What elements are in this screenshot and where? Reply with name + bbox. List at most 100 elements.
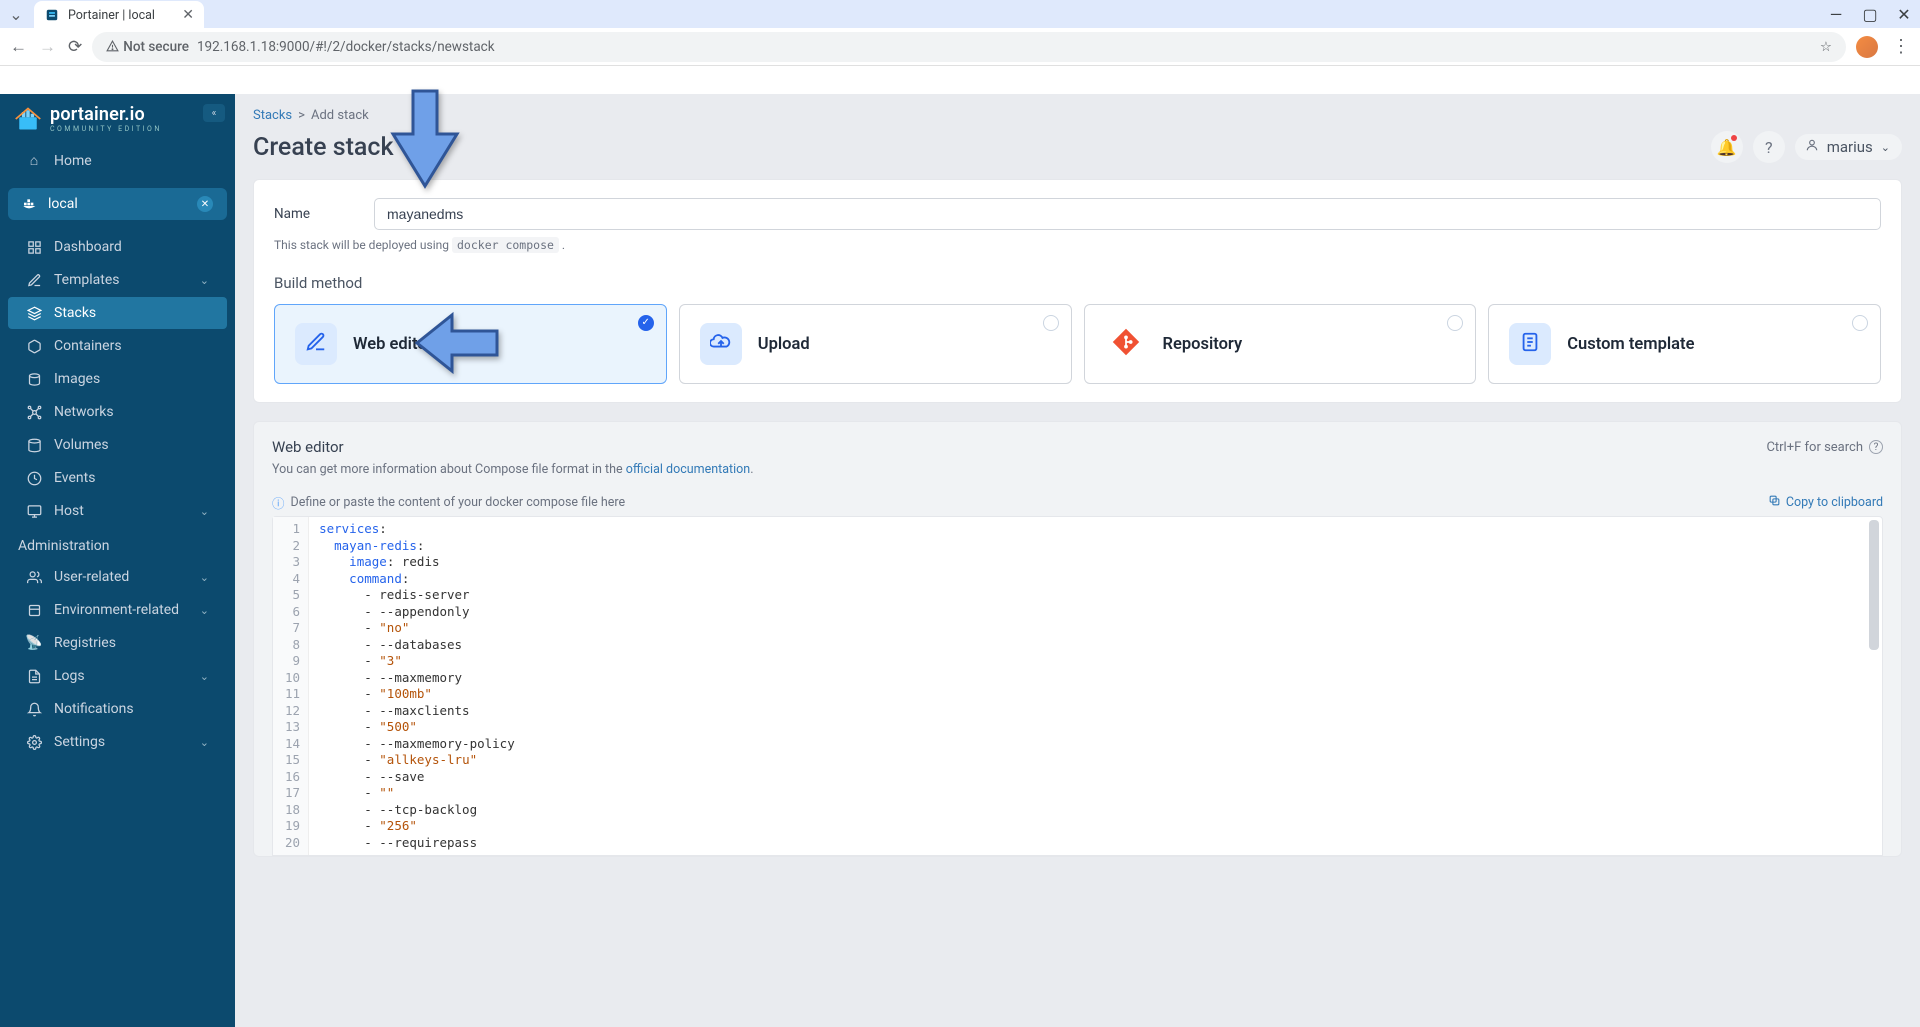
brand-subtitle: COMMUNITY EDITION (50, 125, 162, 133)
stack-name-input[interactable] (374, 198, 1881, 230)
method-indicator (1447, 315, 1463, 331)
notifications-bell-button[interactable]: 🔔 (1711, 131, 1743, 163)
chevron-down-icon: ⌄ (200, 736, 209, 749)
nav-forward-icon[interactable]: → (39, 37, 56, 57)
sidebar-admin-user-related[interactable]: User-related ⌄ (8, 561, 227, 593)
method-upload[interactable]: Upload (679, 304, 1072, 384)
method-custom-template[interactable]: Custom template (1488, 304, 1881, 384)
compose-code-editor[interactable]: 1234567891011121314151617181920 services… (272, 516, 1883, 856)
chevron-down-icon: ⌄ (200, 274, 209, 287)
sidebar-item-label: User-related (54, 569, 129, 585)
notifications-icon (26, 702, 42, 717)
sidebar-admin-environment-related[interactable]: Environment-related⌄ (8, 594, 227, 626)
containers-icon (26, 339, 42, 354)
sidebar-item-label: Environment-related (54, 602, 179, 618)
sidebar-collapse-button[interactable]: « (203, 104, 225, 122)
images-icon (26, 372, 42, 387)
sidebar-item-label: Logs (54, 668, 85, 684)
method-label: Repository (1163, 335, 1243, 354)
browser-tab[interactable]: Portainer | local ✕ (34, 1, 204, 29)
chevron-down-icon: ⌄ (200, 571, 209, 584)
sidebar-item-dashboard[interactable]: Dashboard (8, 231, 227, 263)
sidebar-item-label: Registries (54, 635, 116, 651)
sidebar-item-templates[interactable]: Templates⌄ (8, 264, 227, 296)
method-web-editor[interactable]: Web editor (274, 304, 667, 384)
bookmark-star-icon[interactable]: ☆ (1820, 39, 1832, 55)
sidebar-item-label: Dashboard (54, 239, 122, 255)
docker-icon (22, 196, 38, 212)
networks-icon (26, 405, 42, 420)
profile-avatar[interactable] (1856, 36, 1878, 58)
templates-icon (26, 273, 42, 288)
sidebar-item-label: Home (54, 153, 92, 169)
sidebar-admin-notifications[interactable]: Notifications (8, 693, 227, 725)
sidebar-item-events[interactable]: Events (8, 462, 227, 494)
reload-icon[interactable]: ⟳ (403, 137, 418, 158)
sidebar-item-host[interactable]: Host⌄ (8, 495, 227, 527)
user-menu[interactable]: marius ⌄ (1795, 134, 1902, 160)
upload-icon (710, 331, 732, 358)
info-icon: ⓘ (272, 493, 285, 512)
breadcrumb-stacks-link[interactable]: Stacks (253, 108, 292, 123)
docs-link[interactable]: official documentation (626, 462, 750, 477)
env-close-icon[interactable]: ✕ (197, 196, 213, 212)
method-label: Web editor (353, 335, 433, 354)
sidebar-item-home[interactable]: ⌂ Home (8, 144, 227, 177)
window-maximize-icon[interactable]: ▢ (1860, 5, 1880, 24)
name-label: Name (274, 206, 344, 222)
sidebar-section-administration: Administration (0, 528, 235, 560)
sidebar-admin-settings[interactable]: Settings ⌄ (8, 726, 227, 758)
sidebar-item-label: Stacks (54, 305, 96, 321)
help-circle-icon: ? (1869, 440, 1883, 454)
edit-icon (305, 331, 327, 358)
editor-code[interactable]: services: mayan-redis: image: redis comm… (309, 517, 525, 855)
editor-scrollbar[interactable] (1869, 520, 1879, 650)
portainer-logo[interactable]: portainer.io COMMUNITY EDITION (14, 104, 162, 133)
nav-back-icon[interactable]: ← (10, 37, 27, 57)
help-button[interactable]: ? (1753, 131, 1785, 163)
address-bar[interactable]: Not secure 192.168.1.18:9000/#!/2/docker… (92, 32, 1846, 62)
tab-close-icon[interactable]: ✕ (182, 7, 194, 23)
copy-to-clipboard-button[interactable]: Copy to clipboard (1768, 493, 1883, 512)
sidebar-admin-logs[interactable]: Logs ⌄ (8, 660, 227, 692)
window-minimize-icon[interactable]: — (1826, 5, 1846, 24)
method-label: Upload (758, 335, 810, 354)
sidebar-item-images[interactable]: Images (8, 363, 227, 395)
editor-gutter: 1234567891011121314151617181920 (273, 517, 309, 855)
user-icon (1805, 138, 1819, 156)
sidebar-item-stacks[interactable]: Stacks (8, 297, 227, 329)
tab-list-dropdown-icon[interactable]: ⌄ (6, 4, 26, 24)
window-close-icon[interactable]: ✕ (1894, 5, 1914, 24)
git-icon (1112, 328, 1140, 361)
sidebar: portainer.io COMMUNITY EDITION « ⌂ Home … (0, 94, 235, 1027)
env-icon (26, 603, 42, 618)
users-icon (26, 570, 42, 585)
stacks-icon (26, 306, 42, 321)
method-indicator (1852, 315, 1868, 331)
sidebar-item-containers[interactable]: Containers (8, 330, 227, 362)
not-secure-label: Not secure (123, 39, 189, 55)
editor-info-text: You can get more information about Compo… (272, 462, 1883, 477)
browser-menu-icon[interactable]: ⋮ (1892, 36, 1910, 57)
volumes-icon (26, 438, 42, 453)
dashboard-icon (26, 240, 42, 255)
sidebar-item-networks[interactable]: Networks (8, 396, 227, 428)
sidebar-item-label: Volumes (54, 437, 109, 453)
method-selected-indicator (638, 315, 654, 331)
url-text: 192.168.1.18:9000/#!/2/docker/stacks/new… (197, 39, 495, 55)
sidebar-item-volumes[interactable]: Volumes (8, 429, 227, 461)
settings-icon (26, 735, 42, 750)
chevron-down-icon: ⌄ (200, 670, 209, 683)
bell-notification-dot (1731, 135, 1737, 141)
deploy-helper-text: This stack will be deployed using docker… (274, 238, 1881, 252)
sidebar-admin-registries[interactable]: 📡Registries (8, 627, 227, 659)
sidebar-item-label: Notifications (54, 701, 134, 717)
sidebar-item-label: Images (54, 371, 100, 387)
environment-badge[interactable]: local ✕ (8, 188, 227, 220)
web-editor-card: Web editor Ctrl+F for search ? You can g… (253, 421, 1902, 857)
build-method-label: Build method (274, 274, 1881, 292)
chevron-down-icon: ⌄ (200, 505, 209, 518)
method-repository[interactable]: Repository (1084, 304, 1477, 384)
nav-reload-icon[interactable]: ⟳ (68, 37, 82, 57)
sidebar-item-label: Settings (54, 734, 105, 750)
